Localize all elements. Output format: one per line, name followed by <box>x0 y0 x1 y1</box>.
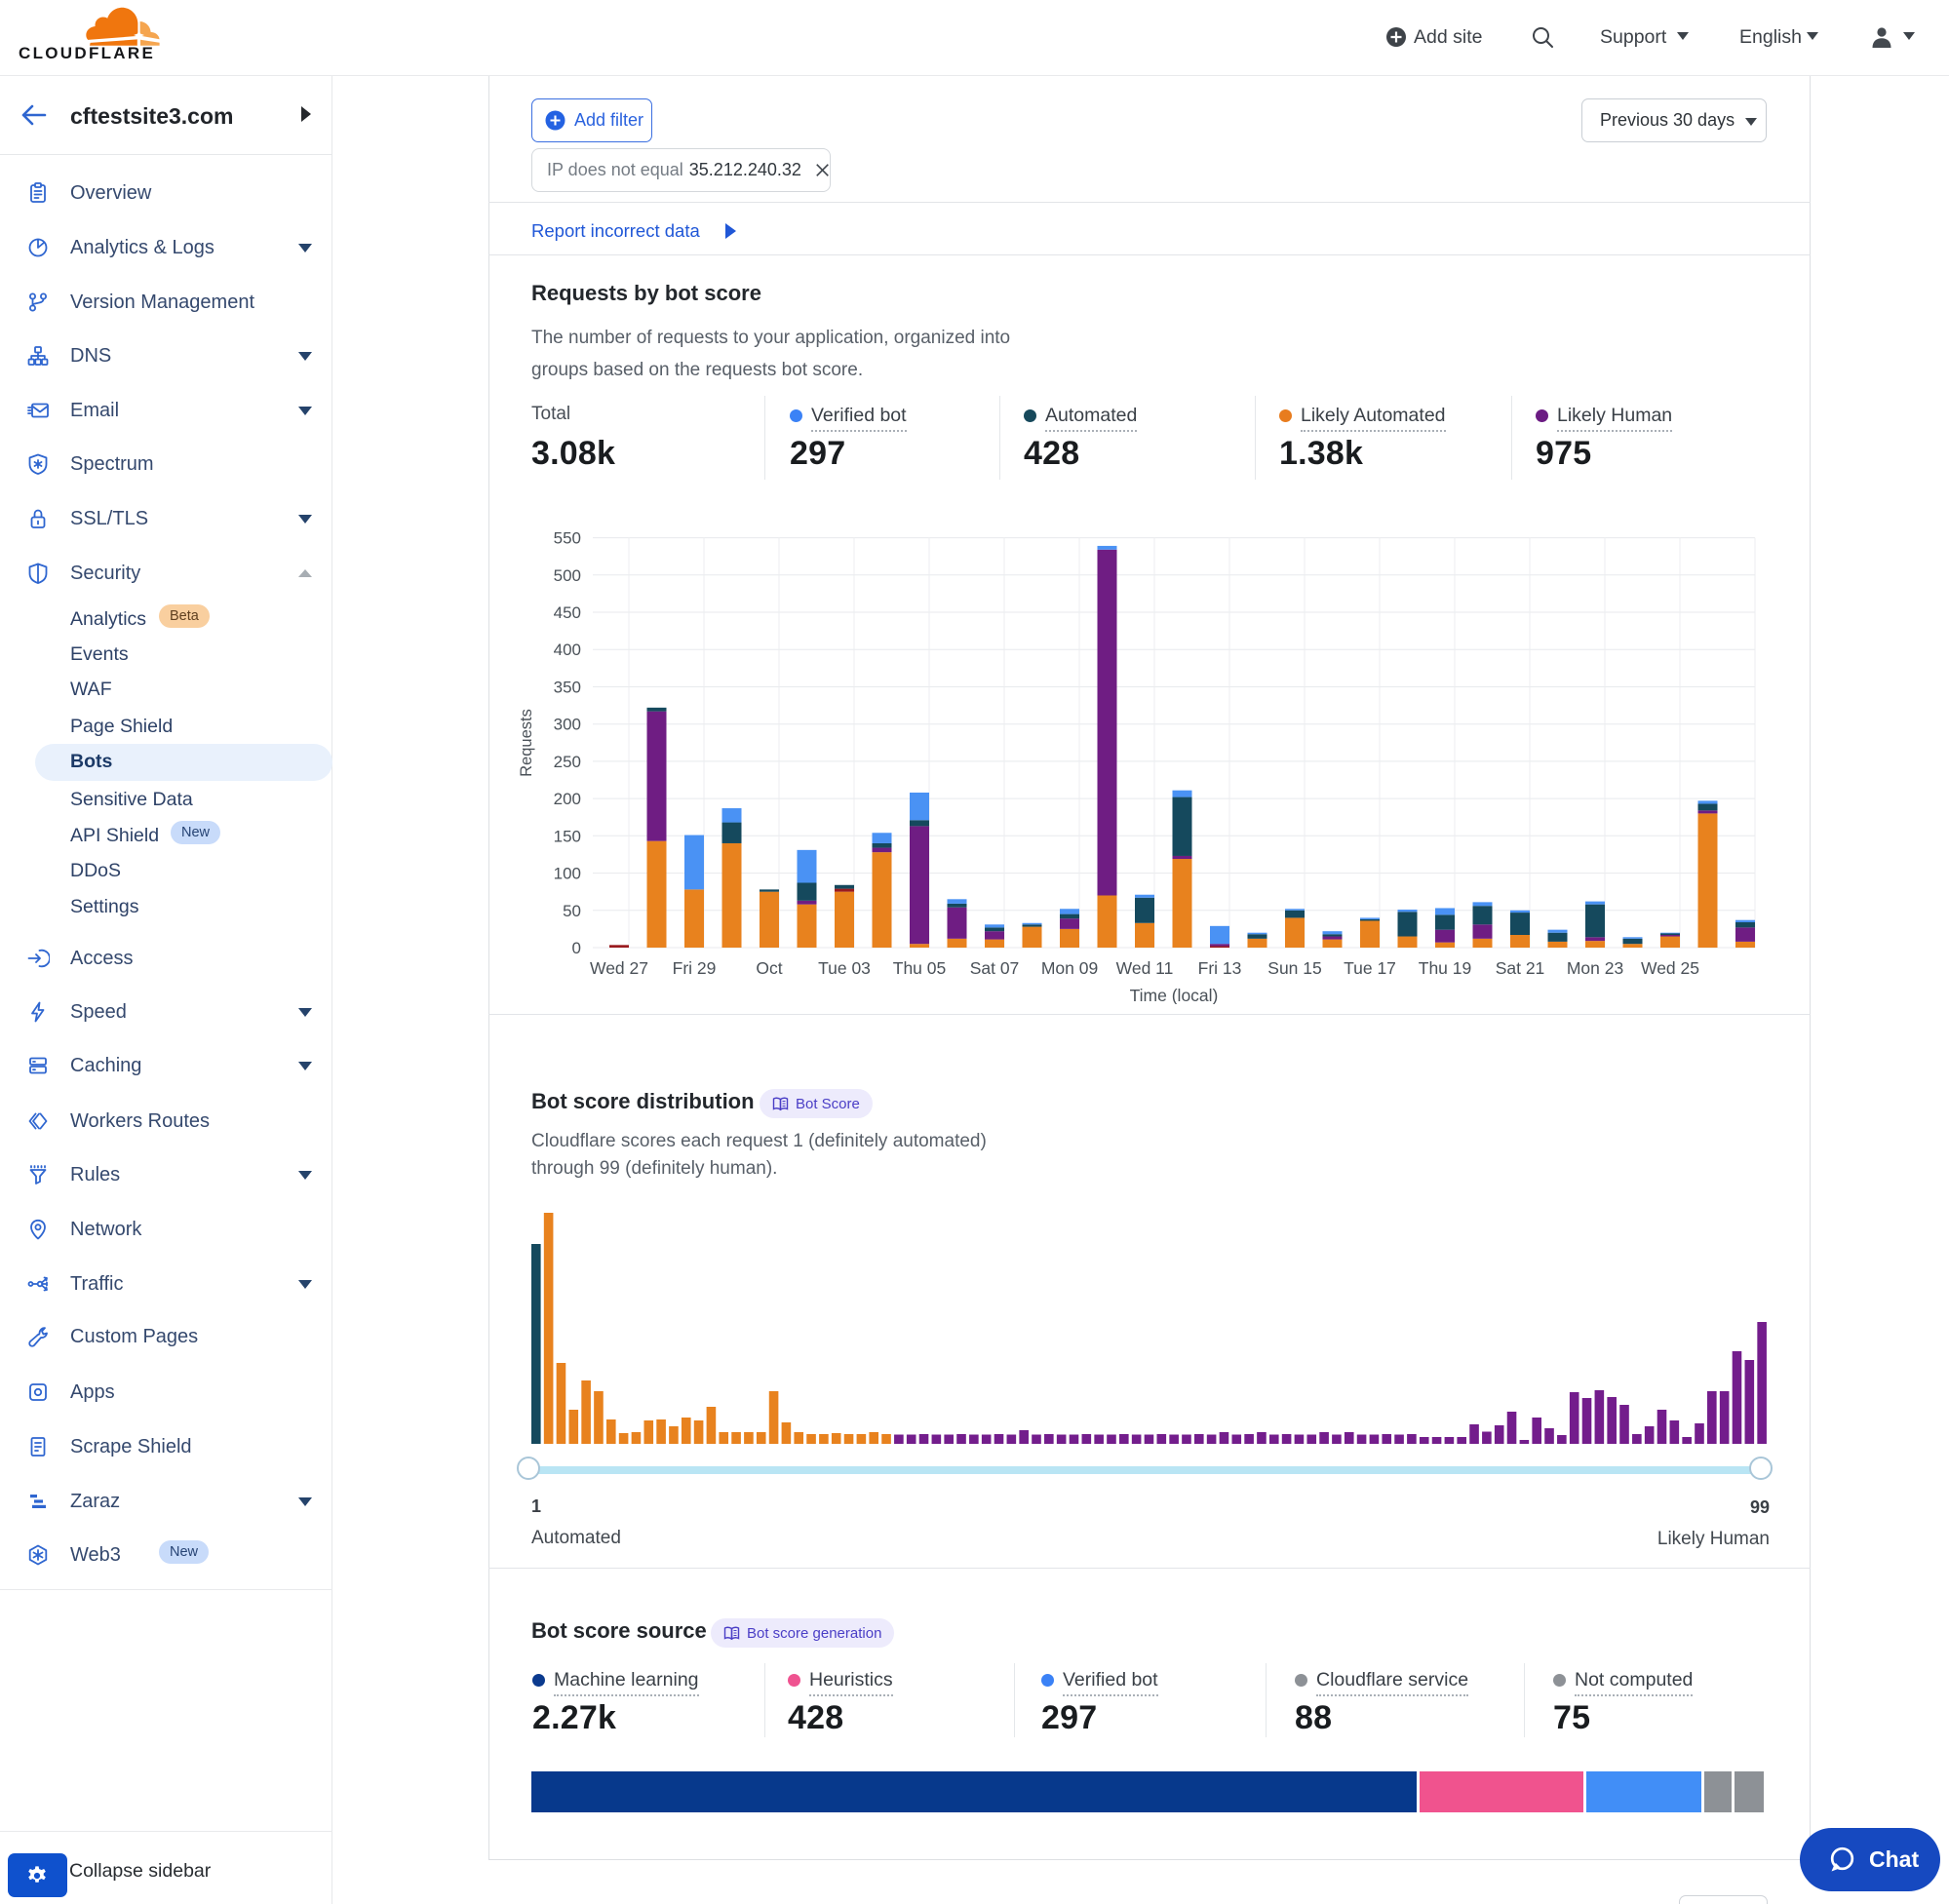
svg-text:Wed 11: Wed 11 <box>1116 958 1174 978</box>
svg-text:0: 0 <box>572 939 581 957</box>
svg-text:Wed 25: Wed 25 <box>1641 958 1699 978</box>
svg-text:50: 50 <box>563 902 581 920</box>
svg-text:Mon 09: Mon 09 <box>1041 958 1098 978</box>
svg-text:Mon 23: Mon 23 <box>1567 958 1623 978</box>
svg-text:300: 300 <box>554 716 581 734</box>
svg-text:550: 550 <box>554 529 581 548</box>
svg-text:100: 100 <box>554 865 581 883</box>
svg-text:Sat 07: Sat 07 <box>970 958 1020 978</box>
svg-text:Tue 03: Tue 03 <box>818 958 871 978</box>
svg-text:450: 450 <box>554 603 581 622</box>
svg-text:500: 500 <box>554 566 581 585</box>
svg-text:350: 350 <box>554 679 581 697</box>
svg-text:Fri 29: Fri 29 <box>673 958 717 978</box>
svg-text:Thu 19: Thu 19 <box>1419 958 1471 978</box>
svg-text:Requests: Requests <box>518 709 535 777</box>
svg-text:Wed 27: Wed 27 <box>590 958 648 978</box>
svg-text:Time (local): Time (local) <box>1130 986 1219 1004</box>
svg-text:Thu 05: Thu 05 <box>893 958 946 978</box>
svg-text:Tue 17: Tue 17 <box>1344 958 1396 978</box>
svg-text:Fri 13: Fri 13 <box>1198 958 1242 978</box>
svg-text:Sun 15: Sun 15 <box>1267 958 1321 978</box>
svg-text:250: 250 <box>554 753 581 771</box>
svg-text:400: 400 <box>554 641 581 659</box>
svg-text:Sat 21: Sat 21 <box>1496 958 1545 978</box>
svg-text:200: 200 <box>554 790 581 808</box>
svg-text:Oct: Oct <box>756 958 782 978</box>
svg-text:150: 150 <box>554 827 581 845</box>
